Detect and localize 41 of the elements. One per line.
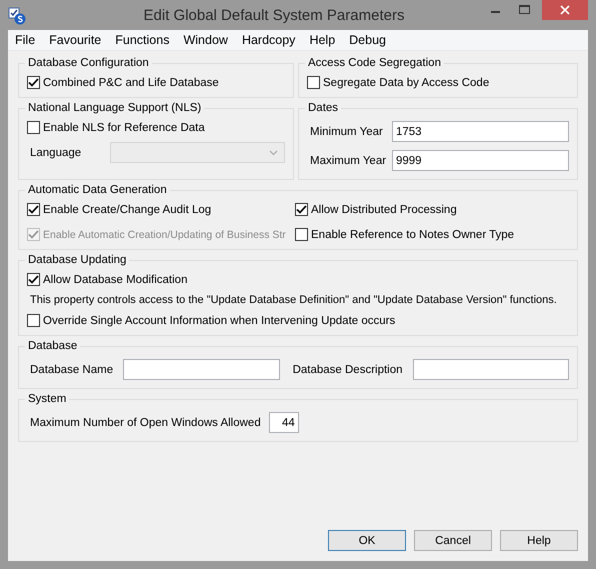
menu-item[interactable]: Help — [309, 33, 336, 47]
group-title: Database Configuration — [25, 56, 152, 70]
app-icon — [8, 7, 26, 25]
dialog-button[interactable]: Help — [500, 530, 578, 551]
dialog-button[interactable]: Cancel — [414, 530, 492, 551]
menu-item[interactable]: Hardcopy — [242, 33, 296, 47]
dialog-button[interactable]: OK — [328, 530, 406, 551]
window-title: Edit Global Default System Parameters — [142, 6, 406, 24]
menu-item[interactable]: Debug — [349, 33, 386, 47]
checkbox[interactable]: Allow Distributed Processing — [295, 203, 569, 216]
field-label: Database Name — [29, 364, 114, 376]
close-button[interactable] — [542, 0, 588, 20]
maximize-icon — [518, 5, 530, 15]
menu-item[interactable]: Functions — [115, 33, 170, 47]
group-title: Access Code Segregation — [305, 56, 444, 70]
group-title: Database Updating — [25, 253, 130, 267]
field-label: Language — [29, 146, 82, 158]
field-label: Maximum Number of Open Windows Allowed — [29, 416, 261, 428]
number-field[interactable]: 44 — [268, 412, 299, 433]
description-text: This property controls access to the "Update Database Definition" and "Update Database Version" functions. — [29, 294, 558, 306]
checkbox[interactable]: Combined P&C and Life Database — [27, 76, 285, 89]
checkbox[interactable]: Allow Database Modification — [27, 273, 569, 286]
group-title: National Language Support (NLS) — [25, 101, 204, 115]
field-label: Minimum Year — [309, 126, 384, 138]
menu-item[interactable]: Window — [183, 33, 228, 47]
chevron-down-icon — [269, 150, 278, 156]
text-field[interactable] — [412, 359, 569, 380]
field-label: Maximum Year — [309, 154, 386, 166]
checkbox[interactable]: Segregate Data by Access Code — [307, 76, 569, 89]
year-field[interactable]: 9999 — [392, 150, 569, 171]
checkbox[interactable]: Enable Reference to Notes Owner Type — [295, 228, 569, 241]
text-field[interactable] — [123, 359, 280, 380]
menu-item[interactable]: Favourite — [49, 33, 102, 47]
checkbox[interactable]: Override Single Account Information when Intervening Update occurs — [27, 314, 569, 327]
menu-item[interactable]: File — [15, 33, 36, 47]
group-title: System — [25, 392, 70, 406]
year-field[interactable]: 1753 — [392, 121, 569, 142]
field-label: Database Description — [292, 364, 403, 376]
checkbox[interactable]: Enable Create/Change Audit Log — [27, 203, 295, 216]
close-icon — [560, 5, 570, 15]
checkbox[interactable]: Enable NLS for Reference Data — [27, 121, 285, 134]
